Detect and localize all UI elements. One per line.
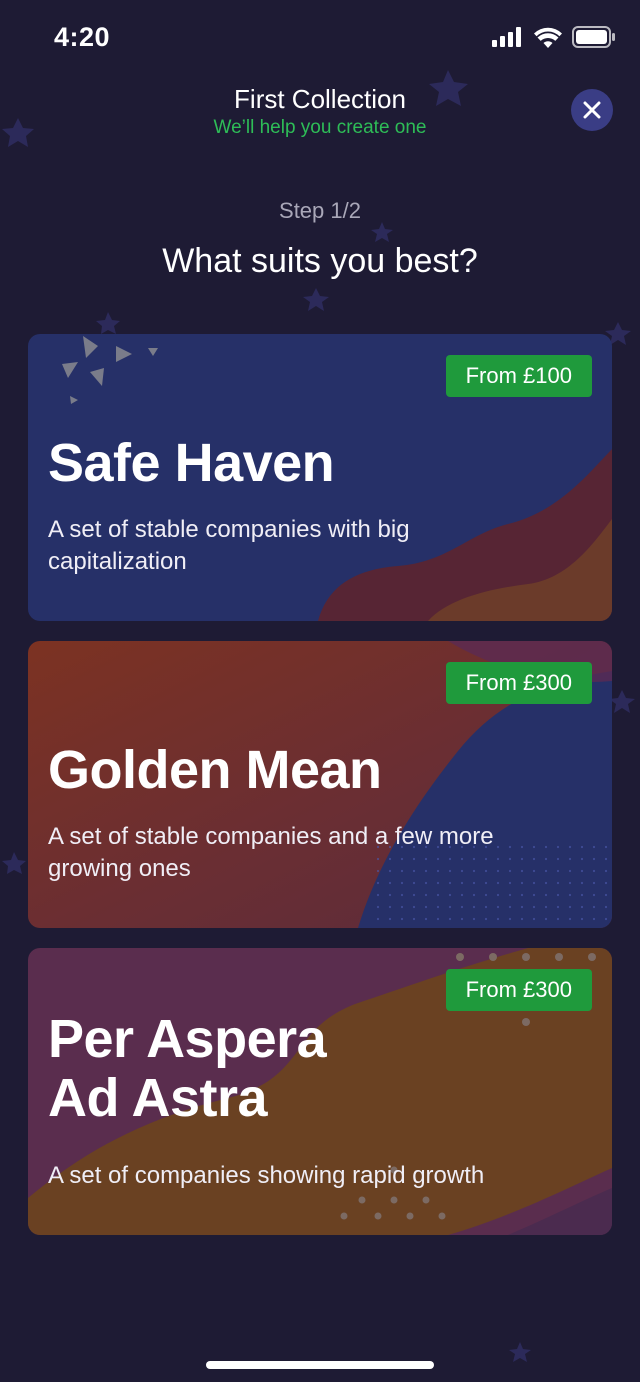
card-description-line: A set of stable companies and a few more	[48, 823, 494, 850]
card-title-line: Safe Haven	[48, 433, 335, 493]
signal-icon	[492, 27, 521, 47]
card-title: Golden Mean	[48, 740, 382, 800]
price-badge: From £300	[445, 662, 592, 704]
status-icons	[492, 26, 616, 48]
header-subtitle: We’ll help you create one	[213, 117, 427, 138]
price-badge: From £300	[445, 969, 592, 1011]
card-title: Per Aspera Ad Astra	[48, 1009, 327, 1129]
status-bar: 4:20	[0, 0, 640, 80]
battery-icon	[572, 26, 615, 48]
card-description: A set of stable companies and a few more…	[48, 821, 588, 886]
card-title-line: Golden Mean	[48, 740, 382, 800]
app-screen: 4:20 First Collection We’ll help you cre	[0, 0, 640, 1382]
header-title: First Collection	[234, 84, 406, 114]
question-heading: What suits you best?	[162, 242, 478, 280]
step-indicator: Step 1/2	[279, 198, 361, 223]
modal-header: First Collection We’ll help you create o…	[0, 84, 640, 139]
card-description-line: A set of companies showing rapid growth	[48, 1162, 485, 1189]
card-title-line: Ad Astra	[48, 1068, 268, 1129]
price-badge: From £100	[445, 355, 592, 397]
card-title-line: Per Aspera	[48, 1009, 327, 1069]
close-icon	[583, 101, 601, 119]
collection-card-golden-mean[interactable]: From £300 Golden Mean A set of stable co…	[28, 641, 612, 928]
card-description: A set of stable companies with big capit…	[48, 514, 588, 579]
card-description-line: A set of stable companies with big	[48, 516, 410, 543]
close-button[interactable]	[571, 89, 613, 131]
wifi-icon	[534, 27, 562, 48]
status-time: 4:20	[54, 22, 111, 52]
card-title: Safe Haven	[48, 433, 335, 493]
card-description-line: growing ones	[48, 855, 191, 883]
collection-card-safe-haven[interactable]: From £100 Safe Haven A set of stable com…	[28, 334, 612, 621]
card-description: A set of companies showing rapid growth	[48, 1160, 588, 1192]
collection-card-per-aspera-ad-astra[interactable]: From £300 Per Aspera Ad Astra A set of c…	[28, 948, 612, 1235]
home-indicator[interactable]	[206, 1361, 434, 1369]
card-description-line: capitalization	[48, 548, 187, 576]
